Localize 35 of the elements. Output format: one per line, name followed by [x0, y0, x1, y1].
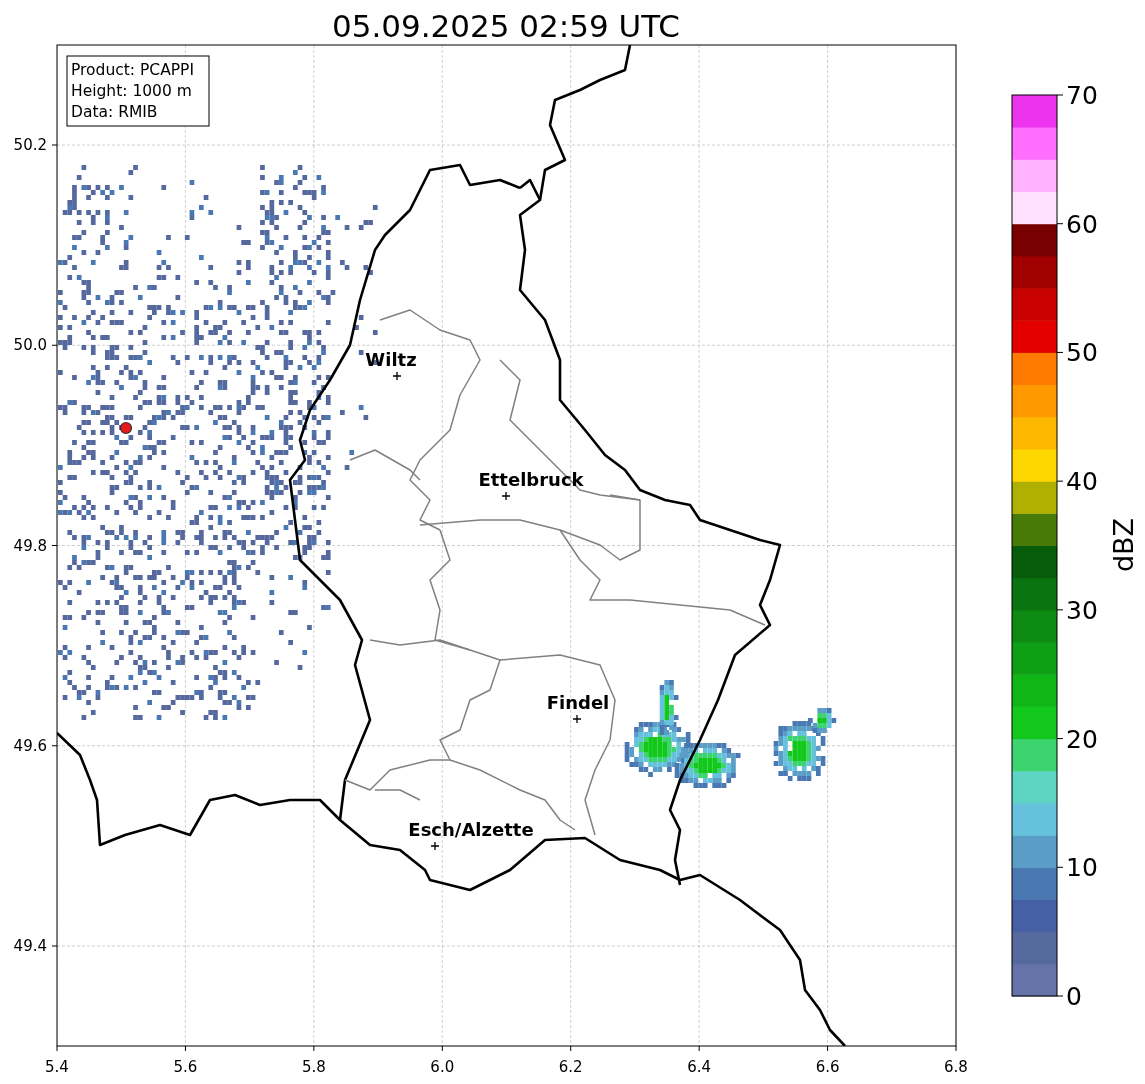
- x-tick-label: 6.0: [430, 1058, 455, 1076]
- colorbar-tick-label: 50: [1066, 338, 1098, 368]
- info-text: Product: PCAPPI: [71, 61, 195, 79]
- colorbar-tick-label: 30: [1066, 595, 1098, 625]
- city-marker-icon: [501, 491, 511, 501]
- x-tick-label: 6.4: [687, 1058, 712, 1076]
- y-tick-label: 50.2: [13, 136, 47, 154]
- y-tick-label: 50.0: [13, 336, 47, 355]
- colorbar-tick-label: 0: [1066, 982, 1082, 1011]
- colorbar-tick-label: 70: [1066, 81, 1098, 110]
- y-tick-label: 49.6: [13, 736, 47, 755]
- city-marker-icon: [572, 714, 582, 724]
- city-label: Findel: [546, 692, 610, 713]
- colorbar-tick-label: 60: [1066, 209, 1098, 239]
- info-text: Data: RMIB: [71, 103, 158, 121]
- x-tick-label: 6.6: [815, 1058, 840, 1076]
- y-tick-label: 49.8: [13, 536, 47, 555]
- radar-site-icon: [119, 421, 133, 435]
- city-label: Ettelbruck: [478, 469, 584, 490]
- city-label: Wiltz: [365, 349, 417, 370]
- chart-title: 05.09.2025 02:59 UTC: [332, 8, 680, 44]
- colorbar-tick-label: 10: [1066, 853, 1098, 883]
- x-tick-label: 5.6: [173, 1058, 198, 1076]
- colorbar-label: dBZ: [1108, 517, 1139, 573]
- city-label: Esch/Alzette: [408, 819, 534, 840]
- y-tick-label: 49.4: [13, 937, 47, 955]
- x-tick-label: 5.8: [301, 1058, 326, 1076]
- info-text: Height: 1000 m: [71, 82, 192, 100]
- city-marker-icon: [392, 371, 402, 381]
- x-tick-label: 6.2: [558, 1058, 583, 1076]
- colorbar-tick-label: 40: [1066, 467, 1098, 497]
- x-tick-label: 6.8: [944, 1058, 968, 1076]
- city-marker-icon: [430, 841, 440, 851]
- x-tick-label: 5.4: [45, 1058, 69, 1076]
- colorbar-tick-label: 20: [1066, 724, 1098, 754]
